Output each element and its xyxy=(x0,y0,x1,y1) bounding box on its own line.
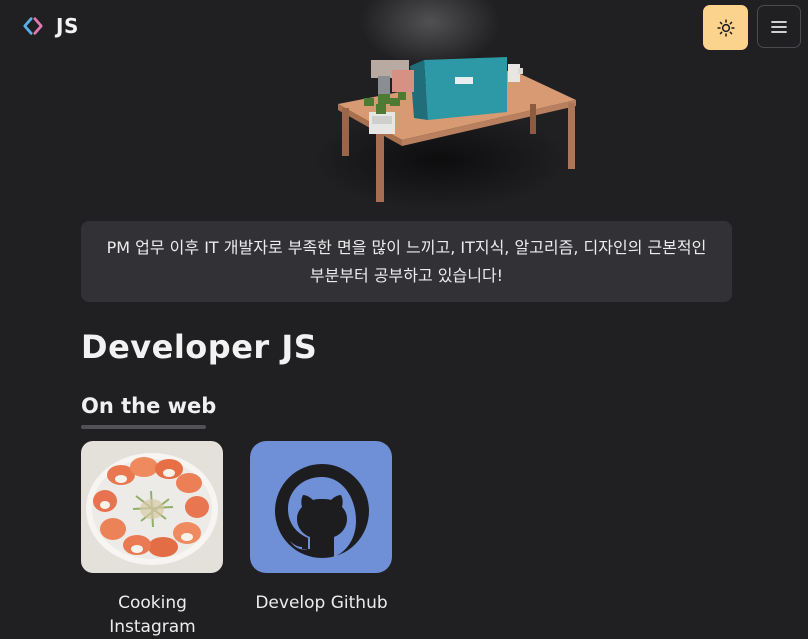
menu-button[interactable] xyxy=(757,5,801,48)
hamburger-icon xyxy=(771,20,787,33)
section-heading-text: On the web xyxy=(81,394,217,418)
section-heading: On the web xyxy=(81,394,216,418)
link-card-github[interactable]: Develop Github xyxy=(250,441,393,615)
section-underline xyxy=(81,425,206,429)
github-icon xyxy=(250,441,392,573)
bio-text: PM 업무 이후 IT 개발자로 부족한 면을 많이 느끼고, IT지식, 알고… xyxy=(106,238,707,285)
hero-illustration xyxy=(280,0,600,215)
page-title: Developer JS xyxy=(81,328,318,366)
bio-box: PM 업무 이후 IT 개발자로 부족한 면을 많이 느끼고, IT지식, 알고… xyxy=(81,221,732,302)
github-thumbnail[interactable] xyxy=(250,441,392,573)
logo-icon xyxy=(23,17,43,35)
logo-text: JS xyxy=(56,14,79,38)
sushi-photo-thumbnail[interactable] xyxy=(81,441,223,573)
link-label[interactable]: Develop Github xyxy=(250,591,393,615)
logo-link[interactable]: JS xyxy=(22,14,79,38)
sushi-photo xyxy=(81,441,223,573)
voxel-desk-illustration xyxy=(310,0,576,210)
link-card-instagram[interactable]: Cooking Instagram xyxy=(81,441,224,639)
sun-icon xyxy=(716,18,735,37)
theme-toggle-button[interactable] xyxy=(703,5,748,50)
